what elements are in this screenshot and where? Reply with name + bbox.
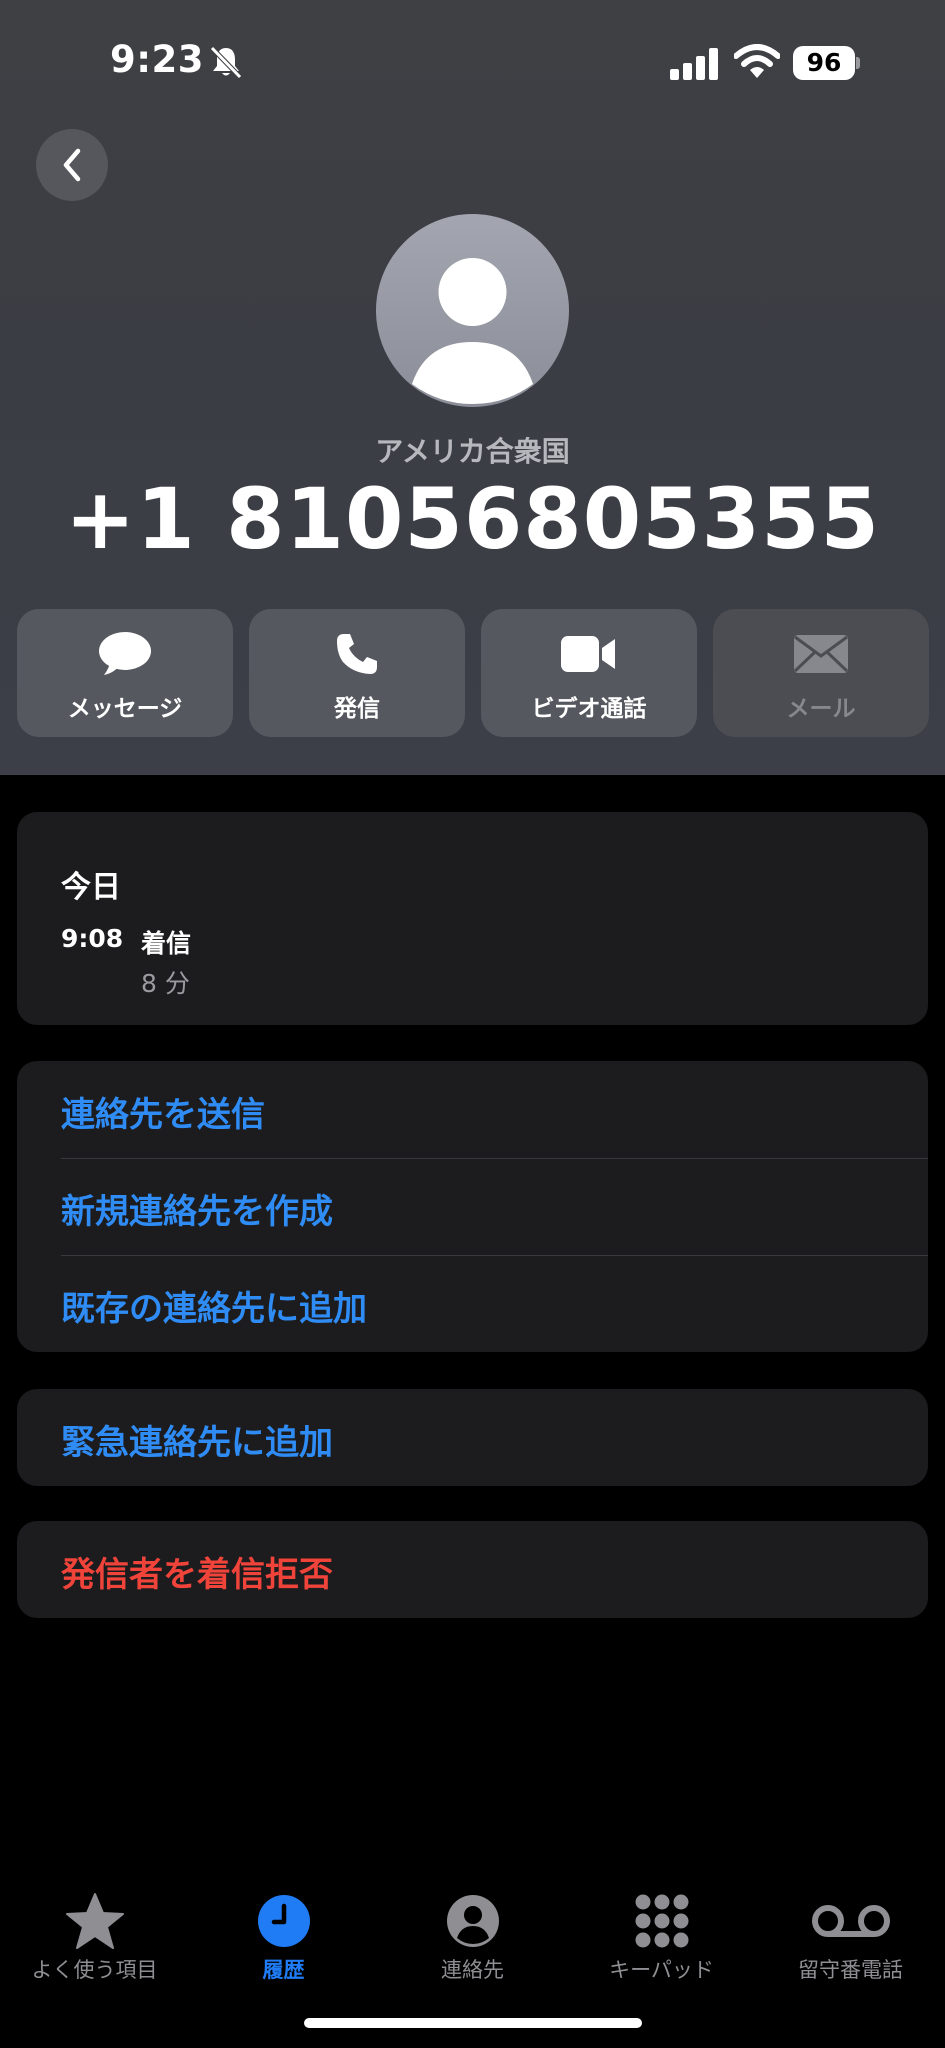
mail-button[interactable]: メール: [713, 609, 929, 737]
tab-favorites[interactable]: よく使う項目: [0, 1874, 189, 1994]
emergency-contact-card: 緊急連絡先に追加: [17, 1389, 928, 1486]
tab-voicemail[interactable]: 留守番電話: [756, 1874, 945, 1994]
history-call-type: 着信: [141, 929, 192, 958]
clock-icon: [257, 1895, 310, 1947]
video-camera-icon: [561, 636, 615, 672]
contact-country: アメリカ合衆国: [375, 435, 570, 468]
cellular-signal-icon: [670, 48, 720, 80]
contact-header: 9:23 96 アメリカ合衆国 +1 81056805355 メッセージ 発信 …: [0, 0, 945, 775]
video-call-label: ビデオ通話: [531, 696, 647, 722]
history-day: 今日: [61, 870, 121, 905]
chevron-left-icon: [63, 148, 81, 182]
wifi-icon: [733, 44, 781, 80]
person-circle-icon: [446, 1895, 499, 1947]
message-bubble-icon: [99, 632, 151, 675]
block-caller-label: 発信者を着信拒否: [61, 1555, 333, 1595]
contact-phone-number: +1 81056805355: [65, 470, 880, 568]
person-silhouette-icon: [412, 258, 533, 404]
create-contact-row[interactable]: 新規連絡先を作成: [61, 1158, 928, 1255]
contact-options-card: 連絡先を送信 新規連絡先を作成 既存の連絡先に追加: [17, 1061, 928, 1352]
avatar: [376, 214, 569, 407]
tab-recents[interactable]: 履歴: [189, 1874, 378, 1994]
envelope-icon: [793, 635, 849, 673]
status-time: 9:23: [110, 38, 205, 81]
add-emergency-contact-row[interactable]: 緊急連絡先に追加: [61, 1389, 928, 1486]
star-icon: [65, 1893, 124, 1949]
tab-recents-label: 履歴: [262, 1958, 305, 1982]
history-duration: 8 分: [141, 969, 190, 998]
mail-label: メール: [786, 696, 856, 722]
share-contact-row[interactable]: 連絡先を送信: [61, 1061, 928, 1158]
share-contact-label: 連絡先を送信: [61, 1095, 265, 1135]
history-time: 9:08: [61, 924, 124, 953]
home-indicator[interactable]: [304, 2018, 642, 2028]
message-label: メッセージ: [67, 696, 183, 722]
tab-voicemail-label: 留守番電話: [798, 1958, 903, 1982]
back-button[interactable]: [36, 129, 108, 201]
call-history-card: 今日 9:08 着信 8 分: [17, 812, 928, 1025]
tab-keypad[interactable]: キーパッド: [567, 1874, 756, 1994]
call-button[interactable]: 発信: [249, 609, 465, 737]
battery-indicator: 96: [793, 46, 860, 80]
call-label: 発信: [334, 696, 380, 722]
tab-keypad-label: キーパッド: [609, 1958, 714, 1982]
silent-bell-icon: [208, 44, 244, 80]
voicemail-icon: [811, 1905, 890, 1937]
keypad-icon: [635, 1894, 688, 1948]
block-caller-row[interactable]: 発信者を着信拒否: [61, 1521, 928, 1618]
add-existing-contact-row[interactable]: 既存の連絡先に追加: [61, 1255, 928, 1352]
tab-favorites-label: よく使う項目: [31, 1958, 158, 1982]
battery-level: 96: [806, 48, 842, 77]
message-button[interactable]: メッセージ: [17, 609, 233, 737]
create-contact-label: 新規連絡先を作成: [61, 1192, 333, 1232]
video-call-button[interactable]: ビデオ通話: [481, 609, 697, 737]
add-existing-contact-label: 既存の連絡先に追加: [61, 1289, 367, 1329]
add-emergency-contact-label: 緊急連絡先に追加: [61, 1423, 333, 1463]
block-caller-card: 発信者を着信拒否: [17, 1521, 928, 1618]
tab-contacts-label: 連絡先: [441, 1958, 504, 1982]
phone-icon: [337, 634, 377, 674]
tab-contacts[interactable]: 連絡先: [378, 1874, 567, 1994]
